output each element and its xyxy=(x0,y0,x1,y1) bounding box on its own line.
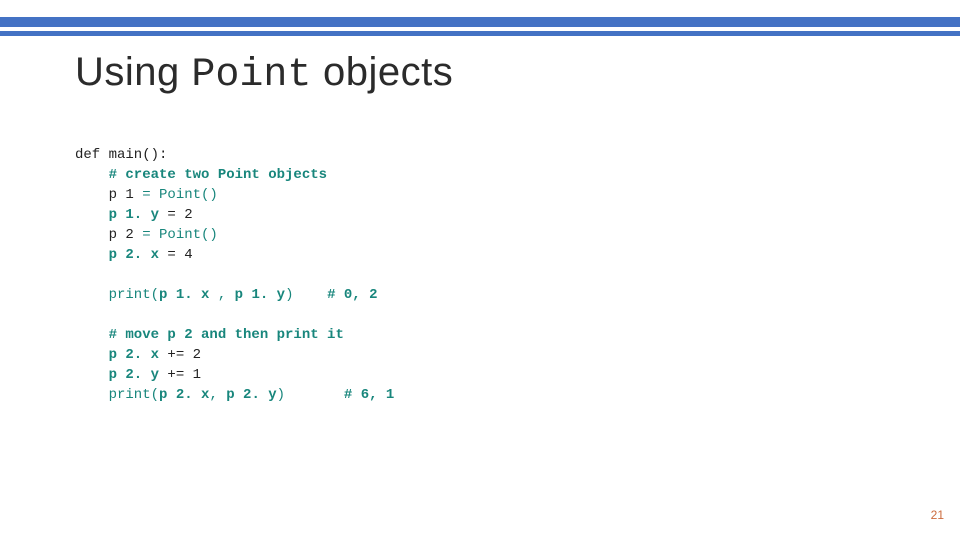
code-call: , xyxy=(218,287,235,303)
code-attr: p 2. x xyxy=(159,387,209,403)
code-call: print( xyxy=(75,387,159,403)
code-comment: # 6, 1 xyxy=(344,387,394,403)
code-attr: p 2. y xyxy=(226,387,276,403)
code-attr: p 2. y xyxy=(75,367,167,383)
code-call: ) xyxy=(285,287,327,303)
title-mono: Point xyxy=(191,53,311,98)
page-number: 21 xyxy=(931,508,944,522)
code-line: def main(): xyxy=(75,147,167,163)
code-call: ) xyxy=(277,387,344,403)
code-call: = Point() xyxy=(142,227,218,243)
title-pre: Using xyxy=(75,50,191,94)
code-attr: p 2. x xyxy=(75,347,167,363)
code-call: print( xyxy=(75,287,159,303)
code-attr: p 1. y xyxy=(235,287,285,303)
code-call: = Point() xyxy=(142,187,218,203)
code-call: , xyxy=(209,387,226,403)
header-bar-thin xyxy=(0,31,960,36)
code-attr: p 1. y xyxy=(75,207,167,223)
header-bar-thick xyxy=(0,17,960,27)
code-block: def main(): # create two Point objects p… xyxy=(75,145,394,405)
code-attr: p 1. x xyxy=(159,287,218,303)
code-attr: p 2. x xyxy=(75,247,167,263)
code-line: += 1 xyxy=(167,367,201,383)
code-line: p 2 xyxy=(75,227,142,243)
title-post: objects xyxy=(311,50,453,94)
code-line: p 1 xyxy=(75,187,142,203)
code-comment: # 0, 2 xyxy=(327,287,377,303)
code-line: += 2 xyxy=(167,347,201,363)
code-line: = 2 xyxy=(167,207,192,223)
code-comment: # create two Point objects xyxy=(75,167,327,183)
code-line: = 4 xyxy=(167,247,192,263)
slide-title: Using Point objects xyxy=(75,50,453,98)
code-comment: # move p 2 and then print it xyxy=(75,327,344,343)
